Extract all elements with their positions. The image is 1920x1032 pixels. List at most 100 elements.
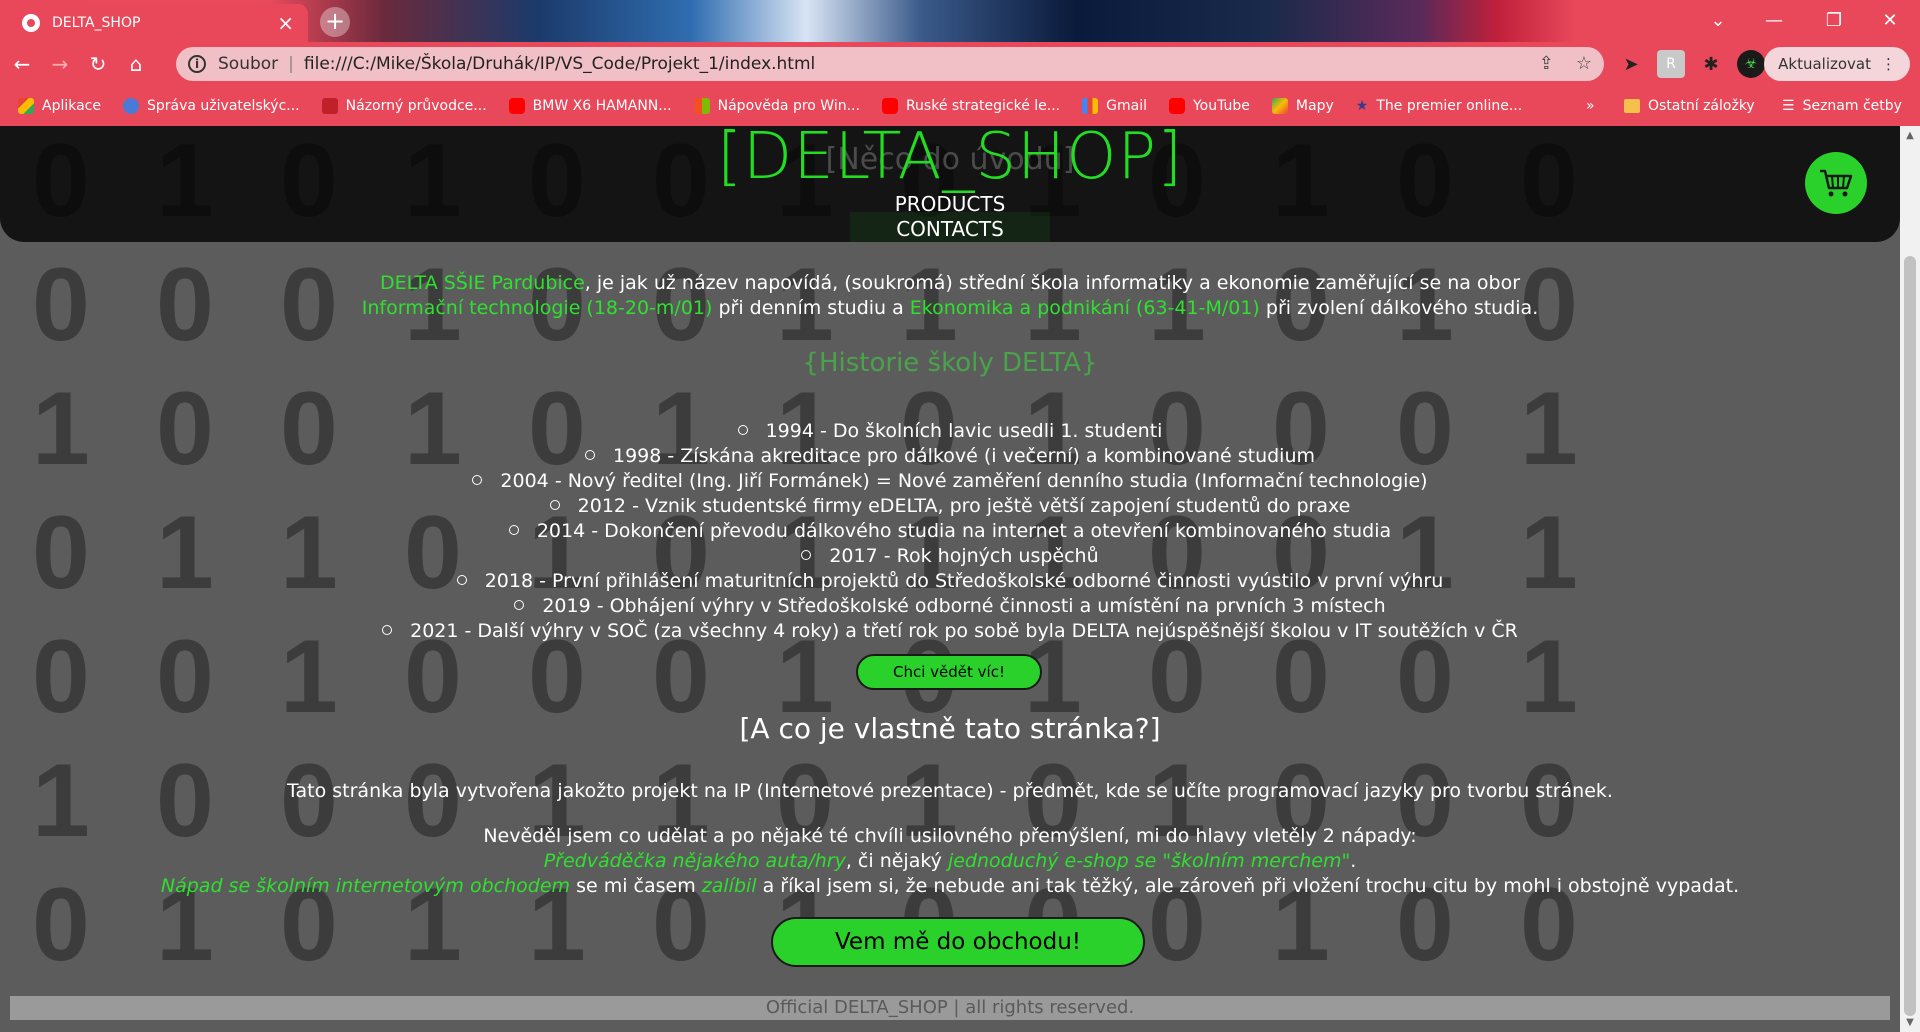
profile-avatar[interactable]: ☣: [1737, 50, 1765, 78]
liked-highlight: zalíbil: [701, 875, 757, 897]
youtube-icon: [508, 98, 525, 114]
bookmark-nazorny[interactable]: Názorný průvodce...: [321, 98, 487, 114]
tab-favicon-icon: [22, 14, 40, 32]
tab-strip: DELTA_SHOP × + ⌄ — ❐ ✕: [0, 0, 1920, 42]
bullet-icon: [801, 549, 812, 560]
field-economics: Ekonomika a podnikání (63-41-M/01): [909, 297, 1260, 319]
bookmark-gmail[interactable]: Gmail: [1082, 98, 1147, 114]
windows-icon: [693, 98, 710, 114]
history-item: 2021 - Další výhry v SOČ (za všechny 4 r…: [0, 620, 1900, 642]
maps-icon: [1271, 98, 1288, 114]
browser-toolbar: ← → ↻ ⌂ i Soubor | file:///C:/Mike/Škola…: [0, 42, 1920, 86]
bullet-icon: [549, 499, 560, 510]
minimize-icon[interactable]: —: [1746, 0, 1802, 40]
school-name: DELTA SŠIE Pardubice: [379, 272, 585, 294]
reading-list-icon: ☰: [1782, 98, 1795, 114]
scroll-down-icon[interactable]: ▼: [1903, 1017, 1917, 1028]
scrollbar-thumb[interactable]: [1904, 256, 1916, 1016]
bookmark-sprava[interactable]: Správa uživatelskýc...: [123, 98, 300, 114]
bookmark-aplikace[interactable]: Aplikace: [18, 98, 101, 114]
cursor-extension-icon[interactable]: ➤: [1617, 50, 1645, 78]
page-scrollbar[interactable]: ▲ ▼: [1900, 126, 1920, 1032]
ideas-line: Předváděčka nějakého auta/hry, či nějaký…: [543, 850, 1357, 872]
scroll-up-icon[interactable]: ▲: [1903, 130, 1917, 141]
close-window-icon[interactable]: ✕: [1862, 0, 1918, 40]
footer: Official DELTA_SHOP | all rights reserve…: [10, 996, 1890, 1020]
history-item: 2017 - Rok hojných uspěchů: [0, 545, 1900, 567]
update-button[interactable]: Aktualizovat ⋮: [1764, 47, 1910, 81]
about-paragraph-3: Nápad se školním internetovým obchodem s…: [160, 875, 1740, 897]
shopping-cart-icon: [1820, 169, 1853, 197]
separator: |: [288, 54, 294, 74]
history-item: 2004 - Nový ředitel (Ing. Jiří Formánek)…: [0, 470, 1900, 492]
update-label: Aktualizovat: [1778, 55, 1871, 73]
history-item: 1994 - Do školních lavic usedli 1. stude…: [0, 420, 1900, 442]
reading-list[interactable]: ☰ Seznam četby: [1782, 86, 1902, 126]
reload-icon[interactable]: ↻: [82, 48, 114, 80]
cart-button[interactable]: [1805, 152, 1867, 214]
extensions-puzzle-icon[interactable]: ✱: [1697, 50, 1725, 78]
bullet-icon: [382, 624, 393, 635]
bookmark-star-icon[interactable]: ☆: [1576, 53, 1592, 74]
other-bookmarks[interactable]: Ostatní záložky: [1624, 86, 1755, 126]
bullet-icon: [584, 449, 595, 460]
intro-line-1: DELTA SŠIE Pardubice, je jak už název na…: [379, 272, 1521, 294]
about-paragraph-2: Nevěděl jsem co udělat a po nějaké té ch…: [483, 825, 1417, 847]
youtube-icon: [1168, 98, 1185, 114]
restore-icon[interactable]: ❐: [1806, 0, 1862, 40]
apps-grid-icon: [18, 98, 34, 114]
extension-icon[interactable]: R: [1657, 50, 1685, 78]
menu-dots-icon[interactable]: ⋮: [1881, 55, 1896, 73]
bookmarks-more-icon[interactable]: »: [1586, 86, 1595, 126]
bookmark-napoveda[interactable]: Nápověda pro Win...: [693, 98, 860, 114]
about-title: [A co je vlastně tato stránka?]: [739, 712, 1161, 745]
globe-icon: [123, 98, 139, 114]
address-bar[interactable]: i Soubor | file:///C:/Mike/Škola/Druhák/…: [176, 47, 1604, 81]
scheme-label: Soubor: [218, 54, 279, 74]
page-viewport: 0101001010100000100111101010010110100010…: [0, 126, 1900, 1032]
bookmark-mapy[interactable]: Mapy: [1271, 98, 1334, 114]
bullet-icon: [514, 599, 525, 610]
field-it: Informační technologie (18-20-m/01): [361, 297, 713, 319]
zive-icon: [321, 98, 338, 114]
intro-line-2: Informační technologie (18-20-m/01) při …: [361, 297, 1539, 319]
back-icon[interactable]: ←: [6, 48, 38, 80]
site-title: [DELTA_SHOP]: [716, 126, 1184, 194]
tab-close-icon[interactable]: ×: [277, 13, 294, 33]
share-icon[interactable]: ⇪: [1539, 53, 1554, 74]
history-item: 2014 - Dokončení převodu dálkového studi…: [0, 520, 1900, 542]
new-tab-button[interactable]: +: [320, 7, 350, 37]
browser-tab[interactable]: DELTA_SHOP ×: [8, 4, 308, 42]
bullet-icon: [456, 574, 467, 585]
eshop-idea-highlight: Nápad se školním internetovým obchodem: [160, 875, 571, 897]
learn-more-button[interactable]: Chci vědět víc!: [856, 654, 1042, 690]
about-paragraph-1: Tato stránka byla vytvořena jakožto proj…: [287, 780, 1613, 802]
idea-showcase: Předváděčka nějakého auta/hry: [543, 850, 846, 872]
bookmarks-bar: Aplikace Správa uživatelskýc... Názorný …: [0, 86, 1920, 126]
bookmark-bmw[interactable]: BMW X6 HAMANN...: [508, 98, 672, 114]
history-title: {Historie školy DELTA}: [802, 348, 1098, 378]
go-to-shop-button[interactable]: Vem mě do obchodu!: [771, 917, 1145, 967]
bullet-icon: [508, 524, 519, 535]
folder-icon: [1624, 99, 1640, 113]
bookmark-ruske[interactable]: Ruské strategické le...: [881, 98, 1060, 114]
star-icon: ★: [1355, 98, 1369, 114]
history-item: 2012 - Vznik studentské firmy eDELTA, pr…: [0, 495, 1900, 517]
bullet-icon: [737, 424, 748, 435]
nav-contacts-link[interactable]: CONTACTS: [0, 217, 1900, 241]
bullet-icon: [472, 474, 483, 485]
home-icon[interactable]: ⌂: [120, 48, 152, 80]
nav-products-link[interactable]: PRODUCTS: [0, 192, 1900, 216]
history-item: 2018 - První přihlášení maturitních proj…: [0, 570, 1900, 592]
history-item: 2019 - Obhájení výhry v Středoškolské od…: [0, 595, 1900, 617]
site-info-icon[interactable]: i: [188, 55, 206, 73]
bookmark-youtube[interactable]: YouTube: [1168, 98, 1250, 114]
youtube-icon: [881, 98, 898, 114]
site-header: [Něco do úvodu] [DELTA_SHOP] PRODUCTS CO…: [0, 126, 1900, 242]
url-text[interactable]: file:///C:/Mike/Škola/Druhák/IP/VS_Code/…: [304, 54, 815, 74]
bookmark-premier[interactable]: ★ The premier online...: [1356, 98, 1522, 114]
forward-icon[interactable]: →: [44, 48, 76, 80]
tab-search-icon[interactable]: ⌄: [1690, 0, 1746, 40]
tab-title: DELTA_SHOP: [52, 15, 141, 31]
idea-eshop: jednoduchý e-shop se "školním merchem": [947, 850, 1351, 872]
